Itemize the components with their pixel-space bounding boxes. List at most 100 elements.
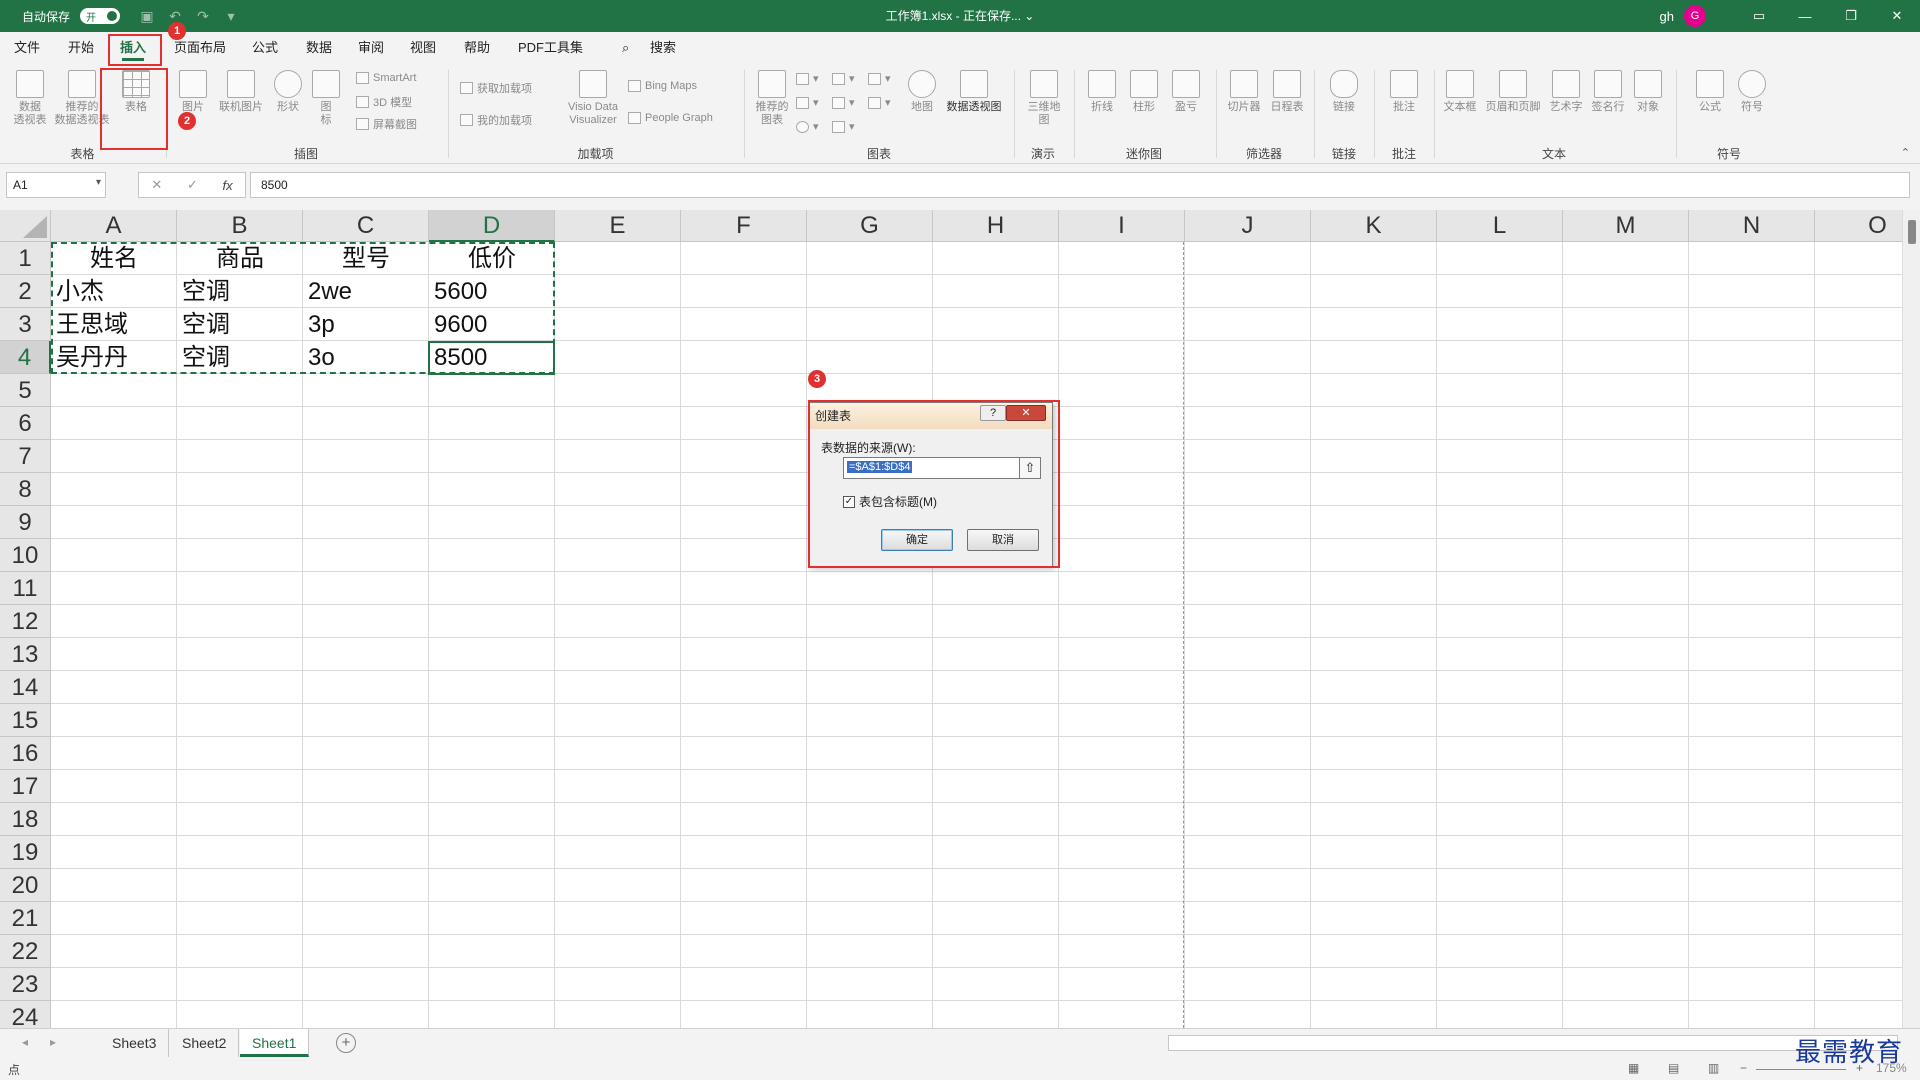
pivot-table-button[interactable]: 数据 透视表	[10, 70, 50, 127]
scatter-chart-button[interactable]: ▾	[832, 120, 855, 133]
scroll-thumb[interactable]	[1908, 220, 1916, 244]
link-button[interactable]: 链接	[1324, 70, 1364, 114]
combo-chart-button[interactable]: ▾	[868, 96, 891, 109]
row-header[interactable]: 2	[0, 275, 51, 308]
row-header[interactable]: 7	[0, 440, 51, 473]
prev-sheet-icon[interactable]: ◂	[22, 1035, 28, 1049]
row-header[interactable]: 6	[0, 407, 51, 440]
row-header[interactable]: 19	[0, 836, 51, 869]
row-header[interactable]: 16	[0, 737, 51, 770]
tab-search[interactable]: 搜索	[650, 32, 676, 64]
recommended-pivot-button[interactable]: 推荐的 数据透视表	[54, 70, 110, 127]
sheet-tab[interactable]: Sheet3	[100, 1029, 170, 1057]
icons-button[interactable]: 图 标	[312, 70, 340, 127]
row-header[interactable]: 24	[0, 1001, 51, 1028]
people-graph-button[interactable]: People Graph	[628, 112, 713, 124]
sheet-tab-active[interactable]: Sheet1	[240, 1029, 310, 1057]
column-header[interactable]: L	[1437, 210, 1563, 242]
screenshot-button[interactable]: 屏幕截图	[356, 116, 417, 132]
column-header[interactable]: F	[681, 210, 807, 242]
search-icon[interactable]: ⌕	[622, 32, 629, 64]
tab-file[interactable]: 文件	[14, 32, 40, 64]
object-button[interactable]: 对象	[1630, 70, 1666, 114]
comment-button[interactable]: 批注	[1384, 70, 1424, 114]
name-box[interactable]: A1	[6, 172, 106, 198]
row-header[interactable]: 11	[0, 572, 51, 605]
row-header[interactable]: 12	[0, 605, 51, 638]
symbol-button[interactable]: 符号	[1732, 70, 1772, 114]
statistic-chart-button[interactable]: ▾	[832, 96, 855, 109]
select-all-button[interactable]	[0, 210, 51, 242]
sparkline-column-button[interactable]: 柱形	[1126, 70, 1162, 114]
table-cell[interactable]: 空调	[177, 308, 303, 341]
line-chart-button[interactable]: ▾	[796, 96, 819, 109]
tab-review[interactable]: 审阅	[358, 32, 384, 64]
bing-maps-button[interactable]: Bing Maps	[628, 80, 697, 92]
maps-button[interactable]: 地图	[906, 70, 938, 114]
column-header[interactable]: M	[1563, 210, 1689, 242]
table-cell[interactable]: 9600	[429, 308, 555, 341]
visio-visualizer-button[interactable]: Visio Data Visualizer	[562, 70, 624, 127]
textbox-button[interactable]: 文本框	[1440, 70, 1480, 114]
collapse-dialog-icon[interactable]: ⇧	[1019, 457, 1041, 479]
pivot-chart-button[interactable]: 数据透视图	[942, 70, 1006, 114]
column-header[interactable]: I	[1059, 210, 1185, 242]
column-chart-button[interactable]: ▾	[796, 72, 819, 85]
sparkline-winloss-button[interactable]: 盈亏	[1168, 70, 1204, 114]
ribbon-display-options-icon[interactable]: ▭	[1736, 0, 1782, 32]
3d-models-button[interactable]: 3D 模型	[356, 94, 412, 110]
shapes-button[interactable]: 形状	[270, 70, 306, 114]
pie-chart-button[interactable]: ▾	[796, 120, 819, 133]
header-cell[interactable]: 姓名	[51, 242, 177, 275]
row-header[interactable]: 4	[0, 341, 51, 374]
hierarchy-chart-button[interactable]: ▾	[832, 72, 855, 85]
row-header[interactable]: 3	[0, 308, 51, 341]
tab-formulas[interactable]: 公式	[252, 32, 278, 64]
get-addins-button[interactable]: 获取加载项	[460, 80, 532, 96]
tab-help[interactable]: 帮助	[464, 32, 490, 64]
column-header[interactable]: O	[1815, 210, 1902, 242]
sparkline-line-button[interactable]: 折线	[1084, 70, 1120, 114]
row-header[interactable]: 21	[0, 902, 51, 935]
vertical-scrollbar[interactable]	[1902, 210, 1920, 1028]
table-cell[interactable]: 5600	[429, 275, 555, 308]
table-cell[interactable]: 空调	[177, 341, 303, 374]
picture-button[interactable]: 图片	[176, 70, 210, 114]
tab-home[interactable]: 开始	[68, 32, 94, 64]
row-header[interactable]: 10	[0, 539, 51, 572]
restore-icon[interactable]: ❐	[1828, 0, 1874, 32]
column-header[interactable]: B	[177, 210, 303, 242]
row-header[interactable]: 20	[0, 869, 51, 902]
table-button[interactable]: 表格	[112, 70, 160, 114]
row-header[interactable]: 1	[0, 242, 51, 275]
table-cell[interactable]: 小杰	[51, 275, 177, 308]
ok-button[interactable]: 确定	[881, 529, 953, 551]
collapse-ribbon-icon[interactable]: ⌃	[1901, 146, 1910, 159]
normal-view-icon[interactable]: ▦	[1628, 1061, 1639, 1075]
row-header[interactable]: 23	[0, 968, 51, 1001]
next-sheet-icon[interactable]: ▸	[50, 1035, 56, 1049]
row-header[interactable]: 18	[0, 803, 51, 836]
table-cell[interactable]: 2we	[303, 275, 429, 308]
header-footer-button[interactable]: 页眉和页脚	[1482, 70, 1544, 114]
cancel-button[interactable]: 取消	[967, 529, 1039, 551]
smartart-button[interactable]: SmartArt	[356, 72, 416, 84]
sheet-tab[interactable]: Sheet2	[170, 1029, 240, 1057]
redo-icon[interactable]: ↷	[194, 7, 212, 25]
cancel-entry-icon[interactable]: ✕	[151, 177, 162, 193]
table-cell[interactable]: 王思域	[51, 308, 177, 341]
avatar[interactable]: G	[1684, 5, 1706, 27]
close-icon[interactable]: ✕	[1874, 0, 1920, 32]
slicer-button[interactable]: 切片器	[1224, 70, 1264, 114]
tab-insert[interactable]: 插入	[120, 32, 146, 64]
add-sheet-button[interactable]: +	[336, 1033, 356, 1053]
header-cell[interactable]: 型号	[303, 242, 429, 275]
table-cell[interactable]: 吴丹丹	[51, 341, 177, 374]
close-button[interactable]: ✕	[1006, 405, 1046, 421]
insert-function-icon[interactable]: fx	[223, 178, 233, 193]
worksheet-grid[interactable]: ABCDEFGHIJKLMNO 1 2 3 4 5 6 7 8 9 10 11 12 13 14 15 16 1…	[0, 210, 1902, 1028]
equation-button[interactable]: 公式	[1690, 70, 1730, 114]
column-header[interactable]: D	[429, 210, 555, 242]
autosave-toggle[interactable]: 开	[80, 8, 121, 24]
tab-pdf-tools[interactable]: PDF工具集	[518, 32, 583, 64]
